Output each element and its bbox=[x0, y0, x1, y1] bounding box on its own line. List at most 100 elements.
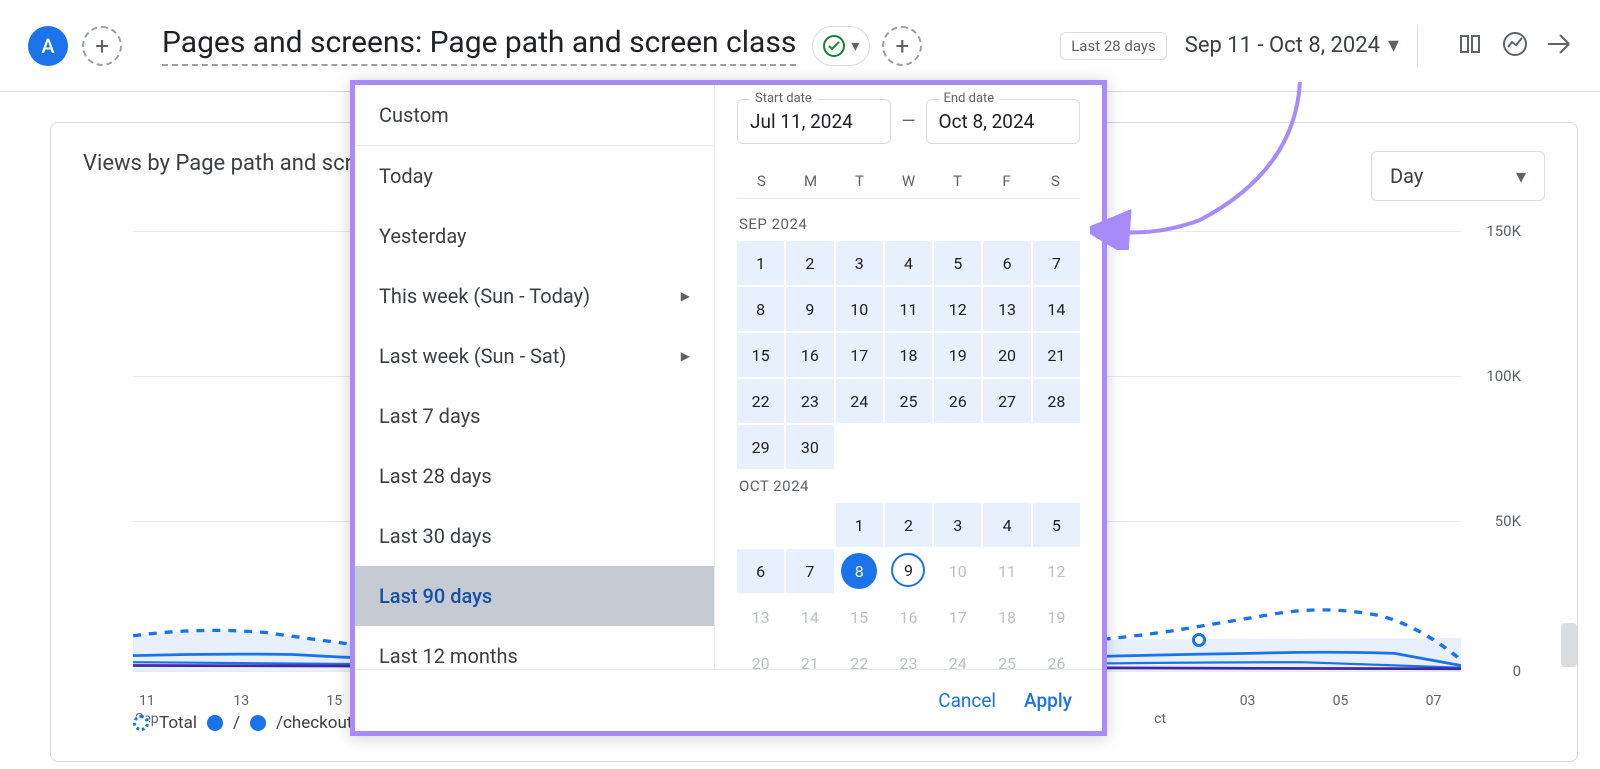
calendar-day[interactable]: 15 bbox=[737, 333, 784, 377]
calendar-day[interactable]: 19 bbox=[1033, 595, 1080, 639]
calendar-day[interactable]: 6 bbox=[737, 549, 784, 593]
calendar-day[interactable]: 26 bbox=[1033, 641, 1080, 669]
x-axis-label: 05 bbox=[1321, 693, 1361, 709]
scrollbar-thumb[interactable] bbox=[1561, 623, 1577, 667]
calendar-day[interactable]: 1 bbox=[737, 241, 784, 285]
preset-last-7-days[interactable]: Last 7 days bbox=[355, 386, 714, 446]
preset-last-12-months[interactable]: Last 12 months bbox=[355, 626, 714, 669]
apply-button[interactable]: Apply bbox=[1024, 689, 1072, 712]
calendar-day[interactable]: 2 bbox=[786, 241, 833, 285]
calendar-day[interactable]: 13 bbox=[983, 287, 1030, 331]
end-date-field[interactable]: End date Oct 8, 2024 bbox=[926, 99, 1080, 144]
preset-last-week-sun-sat-[interactable]: Last week (Sun - Sat)▶ bbox=[355, 326, 714, 386]
date-range-text: Sep 11 - Oct 8, 2024 bbox=[1185, 33, 1380, 58]
preset-custom[interactable]: Custom bbox=[355, 85, 714, 146]
calendar-day[interactable]: 3 bbox=[836, 241, 883, 285]
calendar-panel: Start date Jul 11, 2024 — End date Oct 8… bbox=[715, 85, 1102, 669]
calendar-day[interactable]: 5 bbox=[934, 241, 981, 285]
calendar-day[interactable]: 17 bbox=[934, 595, 981, 639]
calendar-day[interactable]: 25 bbox=[983, 641, 1030, 669]
calendar-day[interactable]: 23 bbox=[885, 641, 932, 669]
calendar-day[interactable]: 12 bbox=[934, 287, 981, 331]
calendar-day[interactable]: 2 bbox=[885, 503, 932, 547]
calendar-day[interactable]: 24 bbox=[934, 641, 981, 669]
avatar[interactable]: A bbox=[28, 26, 68, 66]
calendar-day[interactable]: 1 bbox=[836, 503, 883, 547]
share-icon[interactable] bbox=[1548, 32, 1572, 60]
calendar-day[interactable]: 16 bbox=[885, 595, 932, 639]
date-picker-popup: CustomTodayYesterdayThis week (Sun - Tod… bbox=[350, 80, 1107, 736]
x-axis-label: 13 bbox=[221, 693, 261, 709]
calendar-day[interactable]: 4 bbox=[885, 241, 932, 285]
preset-this-week-sun-today-[interactable]: This week (Sun - Today)▶ bbox=[355, 266, 714, 326]
date-range-button[interactable]: Sep 11 - Oct 8, 2024 ▾ bbox=[1185, 33, 1399, 58]
calendar-day[interactable]: 28 bbox=[1033, 379, 1080, 423]
add-comparison-button[interactable]: + bbox=[82, 26, 122, 66]
calendar-day[interactable]: 11 bbox=[983, 549, 1030, 593]
preset-last-28-days[interactable]: Last 28 days bbox=[355, 446, 714, 506]
calendar-day[interactable]: 22 bbox=[737, 379, 784, 423]
calendar-day[interactable]: 11 bbox=[885, 287, 932, 331]
month-grid: 1234567891011121314151617181920212223242… bbox=[737, 503, 1080, 669]
date-separator: — bbox=[901, 111, 915, 132]
date-presets-list: CustomTodayYesterdayThis week (Sun - Tod… bbox=[355, 85, 715, 669]
calendar-day[interactable]: 6 bbox=[983, 241, 1030, 285]
preset-last-90-days[interactable]: Last 90 days bbox=[355, 566, 714, 626]
x-axis-sublabel: ct bbox=[1140, 711, 1180, 727]
granularity-value: Day bbox=[1390, 164, 1423, 188]
calendar-day[interactable]: 14 bbox=[786, 595, 833, 639]
preset-last-30-days[interactable]: Last 30 days bbox=[355, 506, 714, 566]
legend-label: Total bbox=[159, 713, 197, 733]
calendar-day[interactable]: 4 bbox=[983, 503, 1030, 547]
check-icon bbox=[823, 35, 845, 57]
calendar-day[interactable]: 18 bbox=[983, 595, 1030, 639]
calendar-day[interactable]: 13 bbox=[737, 595, 784, 639]
calendar-day[interactable]: 3 bbox=[934, 503, 981, 547]
calendar-day[interactable]: 7 bbox=[1033, 241, 1080, 285]
caret-down-icon: ▾ bbox=[851, 36, 859, 55]
field-label: Start date bbox=[750, 91, 817, 106]
calendar-day[interactable]: 10 bbox=[934, 549, 981, 593]
add-filter-button[interactable]: + bbox=[882, 26, 922, 66]
calendar-day[interactable]: 30 bbox=[786, 425, 833, 469]
calendar-day[interactable]: 8 bbox=[737, 287, 784, 331]
field-label: End date bbox=[939, 91, 1000, 106]
calendar-day-end[interactable]: 8 bbox=[841, 553, 877, 589]
calendar-day[interactable]: 16 bbox=[786, 333, 833, 377]
calendar-day[interactable]: 14 bbox=[1033, 287, 1080, 331]
calendar-day[interactable]: 15 bbox=[836, 595, 883, 639]
cancel-button[interactable]: Cancel bbox=[938, 689, 996, 712]
page-title[interactable]: Pages and screens: Page path and screen … bbox=[162, 25, 796, 66]
status-pill[interactable]: ▾ bbox=[812, 26, 870, 66]
calendar-day[interactable]: 18 bbox=[885, 333, 932, 377]
preset-today[interactable]: Today bbox=[355, 146, 714, 206]
compare-icon[interactable] bbox=[1458, 32, 1482, 60]
calendar-day[interactable]: 21 bbox=[786, 641, 833, 669]
y-axis-label: 150K bbox=[1486, 222, 1521, 240]
calendar-day[interactable]: 12 bbox=[1033, 549, 1080, 593]
granularity-dropdown[interactable]: Day ▾ bbox=[1371, 151, 1545, 201]
calendar-day[interactable]: 10 bbox=[836, 287, 883, 331]
calendar-day-today[interactable]: 9 bbox=[891, 553, 925, 587]
calendar-day[interactable]: 29 bbox=[737, 425, 784, 469]
legend-dot bbox=[207, 715, 223, 731]
calendar-day[interactable]: 9 bbox=[786, 287, 833, 331]
legend-label: /checkout bbox=[276, 713, 352, 733]
calendar-day[interactable]: 22 bbox=[836, 641, 883, 669]
calendar-day[interactable]: 20 bbox=[737, 641, 784, 669]
calendar-day[interactable]: 23 bbox=[786, 379, 833, 423]
calendar-day[interactable]: 19 bbox=[934, 333, 981, 377]
calendar-day[interactable]: 24 bbox=[836, 379, 883, 423]
calendar-day[interactable]: 5 bbox=[1033, 503, 1080, 547]
calendar-day[interactable]: 25 bbox=[885, 379, 932, 423]
calendar-day[interactable]: 17 bbox=[836, 333, 883, 377]
calendar-day[interactable]: 21 bbox=[1033, 333, 1080, 377]
calendar-day[interactable]: 20 bbox=[983, 333, 1030, 377]
chart-marker bbox=[1192, 633, 1206, 647]
insights-icon[interactable] bbox=[1502, 31, 1528, 61]
start-date-field[interactable]: Start date Jul 11, 2024 bbox=[737, 99, 891, 144]
calendar-day[interactable]: 26 bbox=[934, 379, 981, 423]
calendar-day[interactable]: 27 bbox=[983, 379, 1030, 423]
preset-yesterday[interactable]: Yesterday bbox=[355, 206, 714, 266]
calendar-day[interactable]: 7 bbox=[786, 549, 833, 593]
